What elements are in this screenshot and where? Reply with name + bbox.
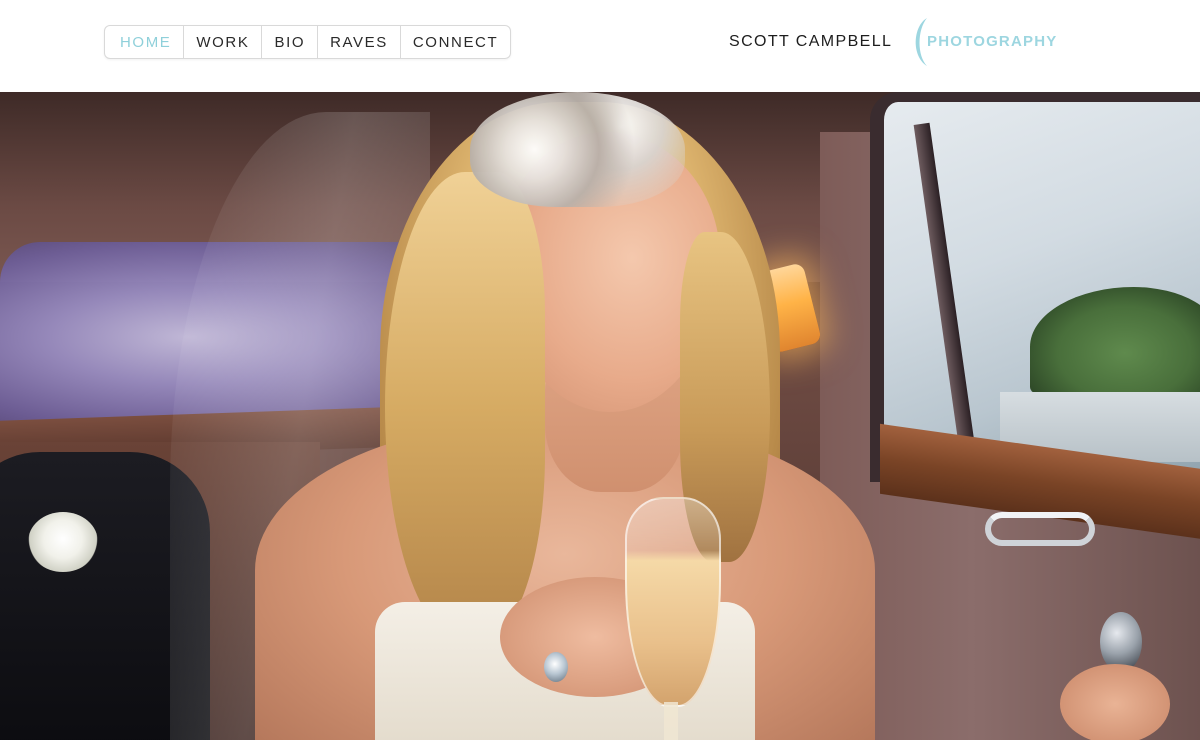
door-lock (1100, 612, 1142, 672)
main-nav: HOME WORK BIO RAVES CONNECT (104, 25, 512, 59)
bride-hand-right (1060, 664, 1170, 740)
nav-item-connect[interactable]: CONNECT (399, 26, 510, 58)
site-header: HOME WORK BIO RAVES CONNECT SCOTT CAMPBE… (0, 0, 1200, 92)
nav-item-work[interactable]: WORK (183, 26, 261, 58)
brand-name: SCOTT CAMPBELL (729, 33, 893, 50)
bride-hair-left (385, 172, 545, 642)
boutonniere (28, 512, 98, 572)
engagement-ring (544, 652, 568, 682)
door-handle (985, 512, 1095, 546)
nav-item-bio[interactable]: BIO (261, 26, 317, 58)
bridal-headpiece (470, 92, 685, 207)
brand-subtitle: PHOTOGRAPHY (927, 33, 1058, 50)
brand-logo[interactable]: SCOTT CAMPBELL PHOTOGRAPHY (729, 14, 1089, 70)
nav-item-raves[interactable]: RAVES (317, 26, 400, 58)
hero-photo (0, 92, 1200, 740)
nav-item-home[interactable]: HOME (105, 26, 183, 58)
champagne-glass-stem (664, 702, 678, 740)
